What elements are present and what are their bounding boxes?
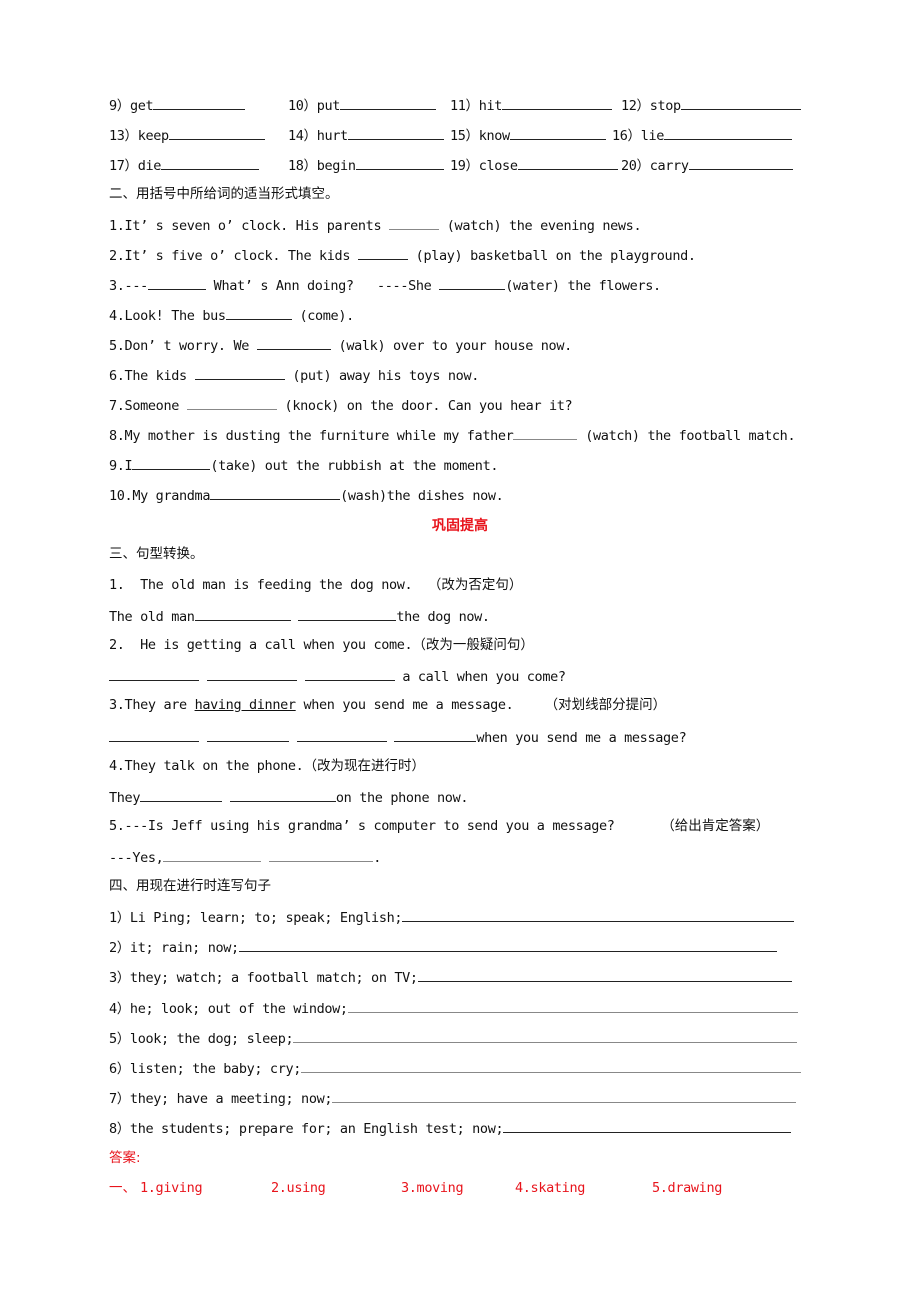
transform-question: 4.They talk on the phone.（改为现在进行时） <box>109 758 425 774</box>
section-4-heading: 四、用现在进行时连写句子 <box>109 878 271 894</box>
answer-blank[interactable] <box>153 95 246 110</box>
consolidate-title: 巩固提高 <box>432 518 488 534</box>
answer-blank[interactable] <box>513 425 578 440</box>
answer-blank[interactable] <box>332 1088 797 1103</box>
answer-blank[interactable] <box>389 215 439 230</box>
transform-answer: They on the phone now. <box>109 787 468 807</box>
answer-blank[interactable] <box>225 305 292 320</box>
answer-blank[interactable] <box>229 787 336 802</box>
answer-item: 5.drawing <box>652 1180 722 1196</box>
answer-item: 4.skating <box>515 1180 585 1196</box>
answer-blank[interactable] <box>357 245 408 260</box>
answer-blank[interactable] <box>163 847 262 862</box>
sentence-item: 5）look; the dog; sleep; <box>109 1028 798 1048</box>
transform-answer: ---Yes, . <box>109 847 381 867</box>
verb-item: 18）begin <box>288 155 444 175</box>
answer-item: 2.using <box>271 1180 326 1196</box>
sentence-item: 6）listen; the baby; cry; <box>109 1058 802 1078</box>
transform-answer: a call when you come? <box>109 666 566 686</box>
answer-blank[interactable] <box>238 937 777 952</box>
fill-item: 6.The kids (put) away his toys now. <box>109 365 479 385</box>
verb-item: 19）close <box>450 155 618 175</box>
transform-question: 5.---Is Jeff using his grandma’ s comput… <box>109 818 770 834</box>
transform-answer: The old man the dog now. <box>109 606 490 626</box>
verb-item: 13）keep <box>109 125 265 145</box>
answer-blank[interactable] <box>503 1118 792 1133</box>
verb-item: 16）lie <box>612 125 793 145</box>
answer-blank[interactable] <box>304 666 395 681</box>
verb-item: 10）put <box>288 95 437 115</box>
answers-heading: 答案: <box>109 1150 141 1166</box>
answer-blank[interactable] <box>109 727 199 742</box>
answer-blank[interactable] <box>210 485 341 500</box>
answer-blank[interactable] <box>517 155 618 170</box>
answer-blank[interactable] <box>206 727 289 742</box>
answer-blank[interactable] <box>206 666 297 681</box>
answer-blank[interactable] <box>509 125 606 140</box>
fill-item: 8.My mother is dusting the furniture whi… <box>109 425 796 445</box>
answer-blank[interactable] <box>417 967 792 982</box>
answer-blank[interactable] <box>688 155 793 170</box>
answer-blank[interactable] <box>161 155 260 170</box>
answer-blank[interactable] <box>439 275 506 290</box>
answer-blank[interactable] <box>186 395 277 410</box>
verb-item: 11）hit <box>450 95 613 115</box>
answer-blank[interactable] <box>194 365 285 380</box>
answer-blank[interactable] <box>301 1058 802 1073</box>
answer-blank[interactable] <box>293 1028 798 1043</box>
section-2-heading: 二、用括号中所给词的适当形式填空。 <box>109 186 339 202</box>
answer-blank[interactable] <box>340 95 437 110</box>
answer-item: 3.moving <box>401 1180 464 1196</box>
answer-blank[interactable] <box>132 455 211 470</box>
answer-blank[interactable] <box>402 907 795 922</box>
verb-item: 17）die <box>109 155 260 175</box>
answer-item: 1.giving <box>140 1180 203 1196</box>
answer-blank[interactable] <box>298 606 397 621</box>
verb-item: 9）get <box>109 95 246 115</box>
answer-blank[interactable] <box>355 155 444 170</box>
transform-question: 2. He is getting a call when you come.（改… <box>109 637 534 653</box>
sentence-item: 2）it; rain; now; <box>109 937 777 957</box>
fill-item: 7.Someone (knock) on the door. Can you h… <box>109 395 573 415</box>
fill-item: 2.It’ s five o’ clock. The kids (play) b… <box>109 245 696 265</box>
worksheet-page: 9）get 10）put 11）hit 12）stop 13）keep 14）h… <box>0 0 920 1302</box>
answer-blank[interactable] <box>347 998 798 1013</box>
fill-item: 1.It’ s seven o’ clock. His parents (wat… <box>109 215 642 235</box>
fill-item: 9.I (take) out the rubbish at the moment. <box>109 455 498 475</box>
fill-item: 10.My grandma (wash)the dishes now. <box>109 485 504 505</box>
answer-blank[interactable] <box>256 335 331 350</box>
fill-item: 5.Don’ t worry. We (walk) over to your h… <box>109 335 572 355</box>
verb-item: 20）carry <box>621 155 793 175</box>
answer-blank[interactable] <box>680 95 801 110</box>
verb-item: 12）stop <box>621 95 801 115</box>
fill-item: 4.Look! The bus (come). <box>109 305 354 325</box>
answer-blank[interactable] <box>394 727 477 742</box>
answer-blank[interactable] <box>140 787 223 802</box>
answer-blank[interactable] <box>168 125 265 140</box>
transform-question: 3.They are having dinner when you send m… <box>109 697 667 713</box>
sentence-item: 4）he; look; out of the window; <box>109 998 798 1018</box>
transform-question: 1. The old man is feeding the dog now. （… <box>109 577 523 593</box>
answer-blank[interactable] <box>109 666 199 681</box>
answer-blank[interactable] <box>147 275 206 290</box>
answer-blank[interactable] <box>664 125 793 140</box>
underlined-phrase: having dinner <box>194 697 296 713</box>
verb-item: 15）know <box>450 125 606 145</box>
fill-item: 3.--- What’ s Ann doing? ----She (water)… <box>109 275 661 295</box>
transform-answer: when you send me a message? <box>109 727 687 747</box>
answer-blank[interactable] <box>296 727 387 742</box>
answer-blank[interactable] <box>194 606 291 621</box>
sentence-item: 8）the students; prepare for; an English … <box>109 1118 792 1138</box>
sentence-item: 3）they; watch; a football match; on TV; <box>109 967 792 987</box>
sentence-item: 1）Li Ping; learn; to; speak; English; <box>109 907 795 927</box>
answers-row: 一、 <box>109 1180 136 1196</box>
answer-blank[interactable] <box>269 847 374 862</box>
verb-item: 14）hurt <box>288 125 444 145</box>
answer-blank[interactable] <box>502 95 613 110</box>
section-3-heading: 三、句型转换。 <box>109 546 204 562</box>
answer-blank[interactable] <box>347 125 444 140</box>
sentence-item: 7）they; have a meeting; now; <box>109 1088 797 1108</box>
